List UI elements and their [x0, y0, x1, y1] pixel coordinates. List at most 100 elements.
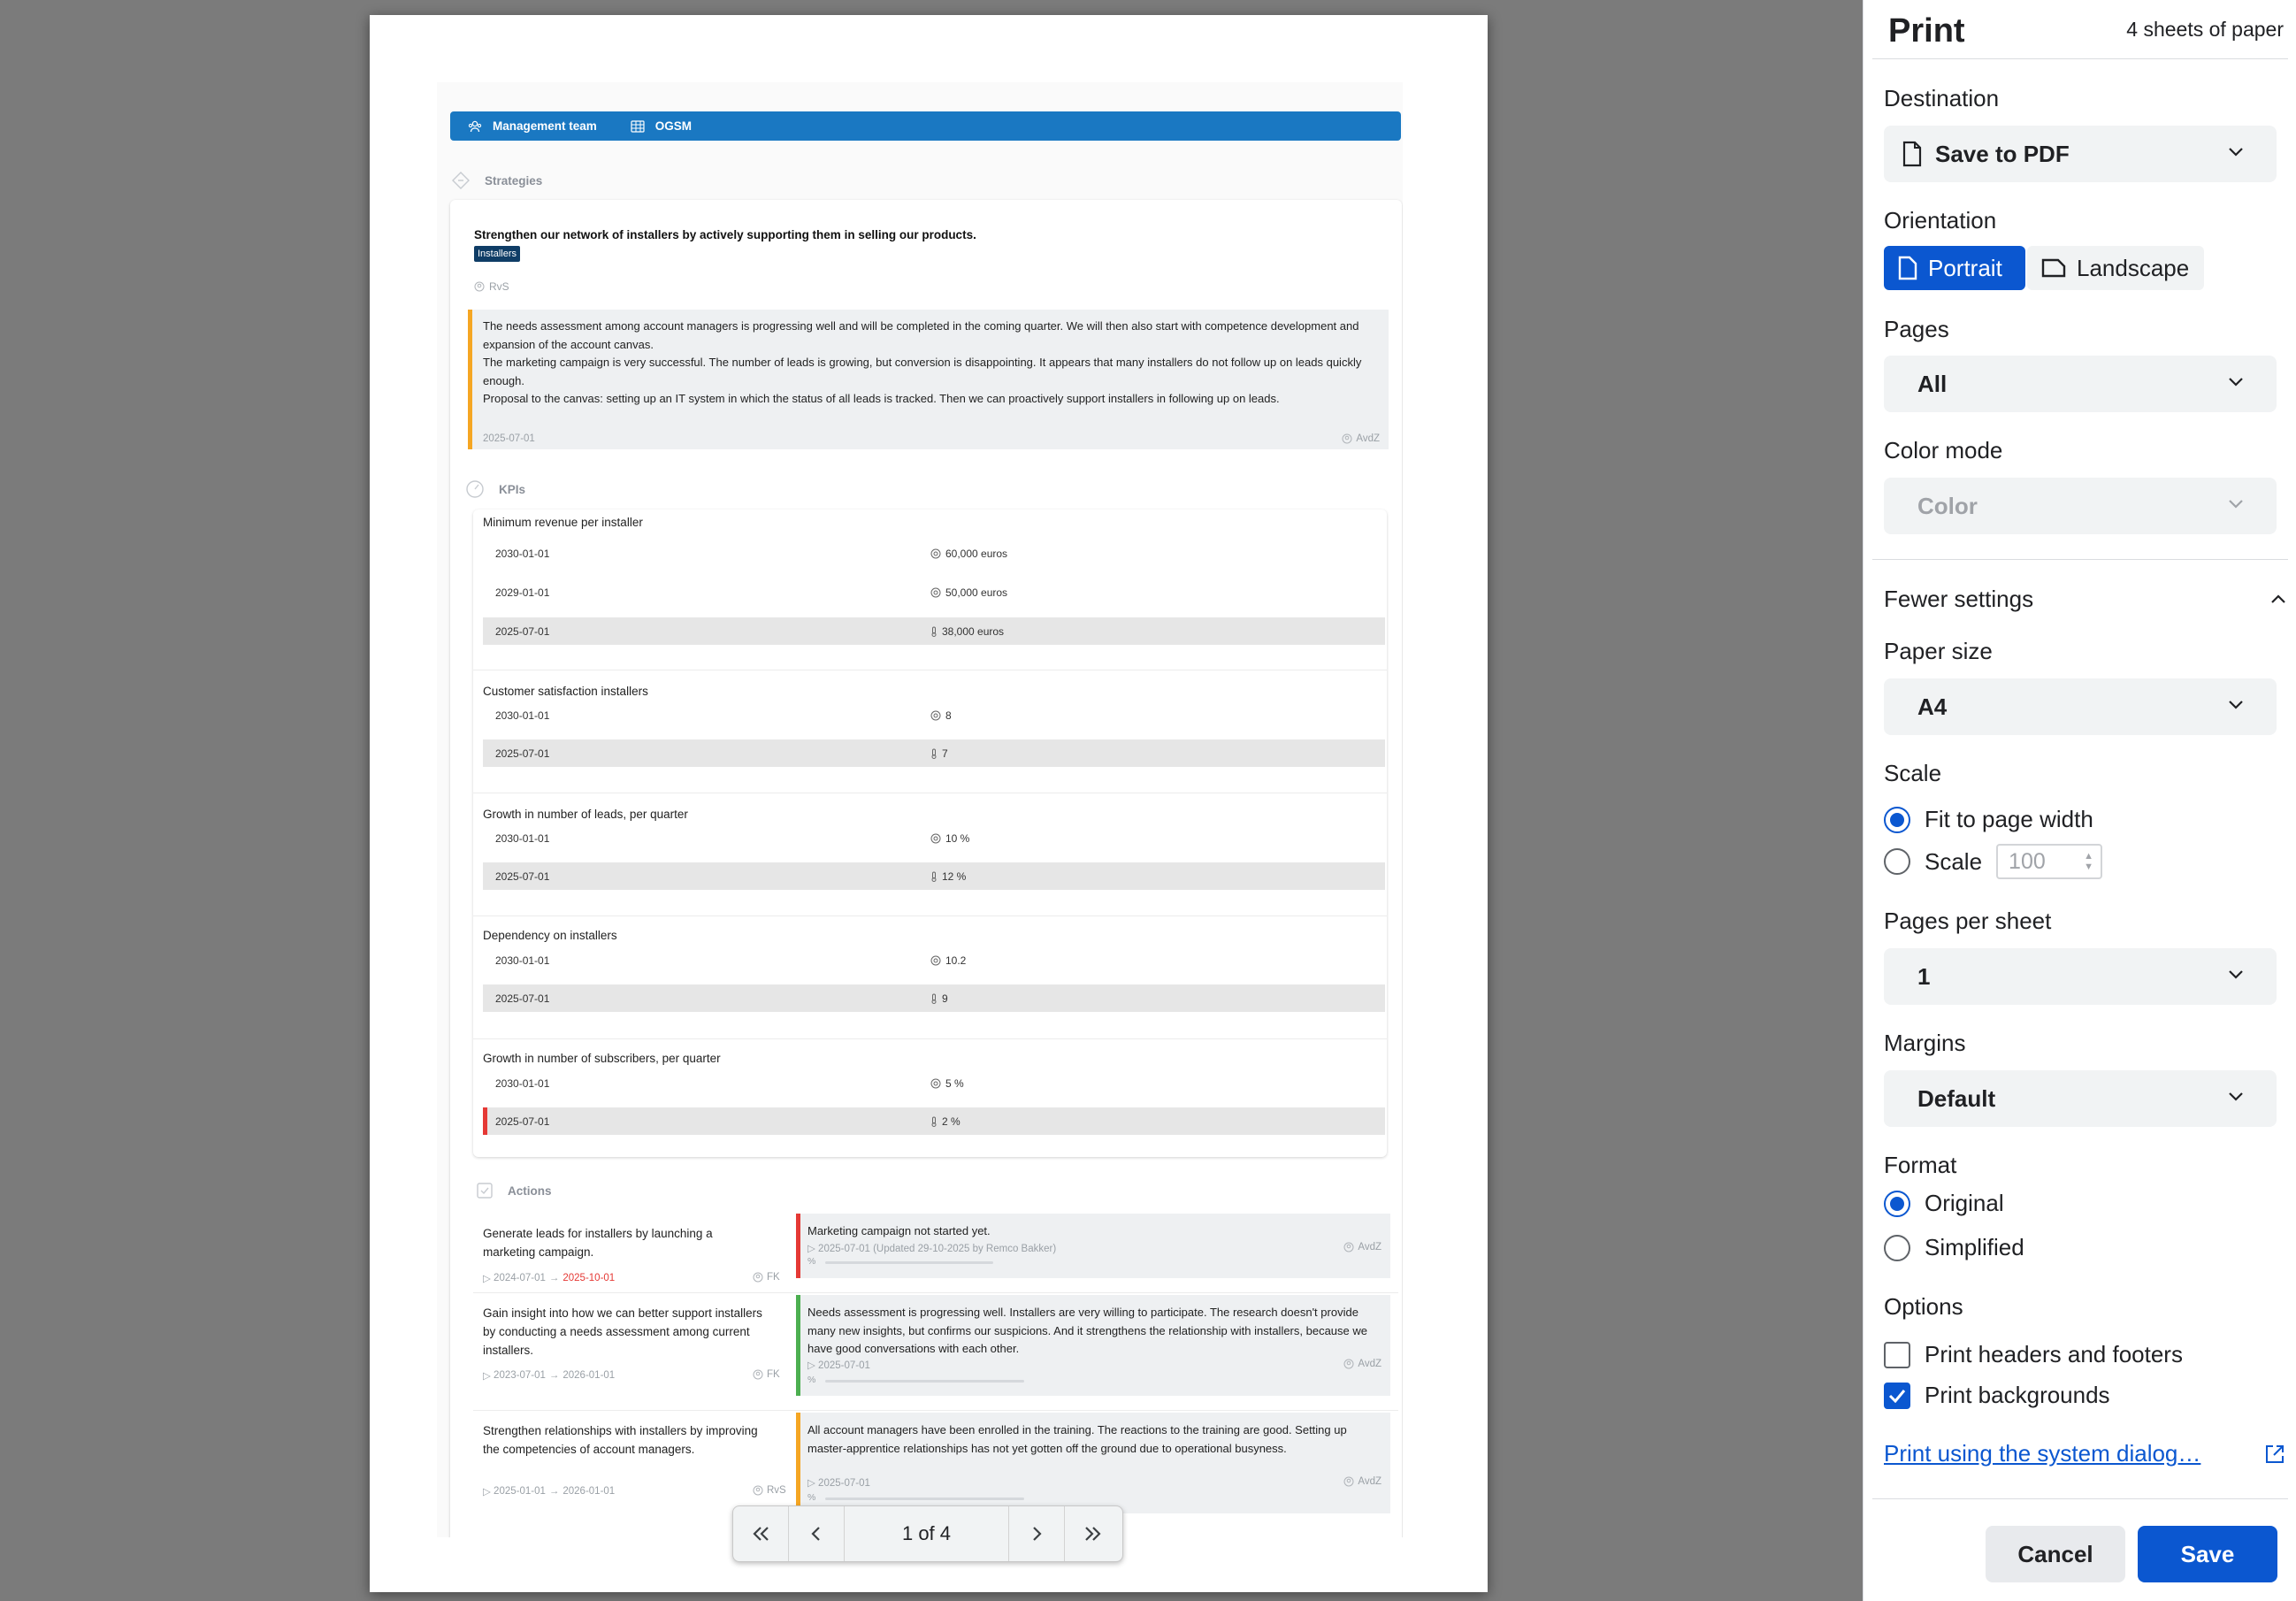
actions-heading-label: Actions	[508, 1184, 552, 1198]
note-line: The needs assessment among account manag…	[483, 319, 1359, 351]
action-dates: ▷ 2023-07-01 → 2026-01-01	[483, 1369, 615, 1382]
format-simplified-option[interactable]: Simplified	[1884, 1234, 2024, 1261]
custom-scale-option[interactable]: Scale 100 ▲ ▼	[1884, 844, 2103, 879]
color-mode-label: Color mode	[1884, 437, 2003, 463]
status-date-label: 2025-07-01	[818, 1478, 870, 1489]
backgrounds-label: Print backgrounds	[1925, 1382, 2110, 1408]
divider	[1872, 58, 2288, 59]
color-mode-select[interactable]: Color	[1884, 478, 2277, 534]
kpi-value: 60,000 euros	[930, 548, 1007, 560]
format-original-option[interactable]: Original	[1884, 1190, 2004, 1217]
kpi-current-row: 2025-07-01 38,000 euros	[483, 617, 1385, 645]
kpi-date: 2025-07-01	[495, 747, 550, 760]
strategy-owner: RvS	[474, 280, 509, 293]
options-label: Options	[1884, 1293, 1963, 1320]
breadcrumb-view: OGSM	[631, 119, 692, 133]
kpi-value-label: 9	[942, 992, 948, 1005]
kpi-value-label: 10.2	[945, 954, 967, 967]
system-dialog-link[interactable]: Print using the system dialog…	[1884, 1440, 2200, 1467]
divider	[1872, 1498, 2288, 1499]
breadcrumb-team-label: Management team	[493, 119, 597, 133]
breadcrumb-bar: Management team OGSM	[450, 111, 1401, 141]
fit-to-width-option[interactable]: Fit to page width	[1884, 806, 2093, 833]
backgrounds-option[interactable]: Print backgrounds	[1884, 1382, 2110, 1409]
chevron-down-icon	[2229, 500, 2243, 509]
paper-size-label: Paper size	[1884, 638, 1993, 664]
pages-select[interactable]: All	[1884, 356, 2277, 412]
kpi-target-row: 2030-01-01 10 %	[483, 824, 1385, 852]
page-indicator: 1 of 4	[845, 1506, 1009, 1561]
kpi-value: 38,000 euros	[930, 625, 1004, 638]
landscape-page-icon	[2041, 258, 2066, 278]
actions-heading: Actions	[476, 1182, 552, 1199]
action-title: Gain insight into how we can better supp…	[483, 1306, 762, 1357]
divider	[1872, 559, 2288, 560]
status-owner: AvdZ	[1343, 1242, 1381, 1252]
kpi-target-row: 2030-01-01 5 %	[483, 1069, 1385, 1097]
page-navigator: 1 of 4	[732, 1505, 1123, 1562]
strategy-note-text: The needs assessment among account manag…	[483, 318, 1378, 409]
headers-footers-checkbox[interactable]	[1884, 1341, 1910, 1368]
custom-scale-radio[interactable]	[1884, 848, 1910, 875]
paper-size-value: A4	[1917, 693, 1948, 720]
status-text: All account managers have been enrolled …	[807, 1423, 1347, 1455]
pages-value: All	[1917, 370, 1948, 397]
kpi-item: Minimum revenue per installer 2030-01-01…	[473, 509, 1387, 670]
breadcrumb-team: Management team	[468, 119, 597, 134]
headers-footers-option[interactable]: Print headers and footers	[1884, 1341, 2183, 1368]
action-status: All account managers have been enrolled …	[796, 1413, 1390, 1513]
kpi-target-row: 2030-01-01 60,000 euros	[483, 540, 1385, 567]
kpi-item: Growth in number of leads, per quarter 2…	[473, 793, 1387, 916]
strategy-owner-label: RvS	[489, 280, 509, 293]
action-item: Gain insight into how we can better supp…	[473, 1293, 1398, 1411]
save-button[interactable]: Save	[2138, 1526, 2277, 1582]
format-simplified-radio[interactable]	[1884, 1234, 1910, 1261]
margins-value: Default	[1917, 1084, 1996, 1112]
kpi-value: 50,000 euros	[930, 586, 1007, 599]
pages-per-sheet-select[interactable]: 1	[1884, 948, 2277, 1005]
margins-label: Margins	[1884, 1030, 1966, 1056]
destination-select[interactable]: Save to PDF	[1884, 126, 2277, 182]
portrait-button[interactable]: Portrait	[1884, 246, 2025, 290]
kpi-value: 10.2	[930, 954, 966, 967]
page-content: Management team OGSM Strategies Strength…	[437, 82, 1403, 1537]
play-icon: ▷	[483, 1487, 494, 1498]
pages-per-sheet-value: 1	[1917, 962, 1931, 990]
strategies-heading: Strategies	[451, 171, 542, 190]
kpi-date: 2030-01-01	[495, 832, 550, 845]
last-page-button[interactable]	[1065, 1506, 1121, 1561]
format-original-radio[interactable]	[1884, 1190, 1910, 1217]
next-page-button[interactable]	[1009, 1506, 1065, 1561]
portrait-label: Portrait	[1928, 254, 2002, 281]
margins-select[interactable]: Default	[1884, 1070, 2277, 1127]
fewer-settings-toggle[interactable]: Fewer settings	[1884, 586, 2285, 613]
status-date: ▷ 2025-07-01 (Updated 29-10-2025 by Remc…	[807, 1242, 1056, 1254]
print-preview-area: Management team OGSM Strategies Strength…	[0, 0, 1863, 1601]
landscape-button[interactable]: Landscape	[2027, 246, 2204, 290]
previous-page-button[interactable]	[789, 1506, 845, 1561]
double-chevron-right-icon	[1084, 1527, 1101, 1541]
external-link-icon[interactable]	[2264, 1444, 2285, 1465]
kpis-heading-label: KPIs	[499, 482, 526, 496]
action-owner-label: FK	[767, 1369, 780, 1380]
pages-label: Pages	[1884, 316, 1949, 342]
fit-to-width-radio[interactable]	[1884, 806, 1910, 833]
stepper-arrows-icon[interactable]: ▲ ▼	[2084, 851, 2093, 872]
thermometer-icon	[931, 871, 937, 882]
status-text: Marketing campaign not started yet.	[807, 1224, 991, 1237]
cancel-button[interactable]: Cancel	[1986, 1526, 2125, 1582]
progress-bar	[825, 1261, 993, 1264]
action-dates: ▷ 2025-01-01 → 2026-01-01	[483, 1485, 615, 1498]
kpi-value: 5 %	[930, 1077, 964, 1090]
first-page-button[interactable]	[733, 1506, 789, 1561]
kpi-date: 2030-01-01	[495, 709, 550, 722]
kpi-value: 12 %	[930, 870, 966, 883]
backgrounds-checkbox[interactable]	[1884, 1382, 1910, 1409]
kpi-value: 9	[930, 992, 948, 1005]
action-start-date: 2025-01-01	[494, 1486, 546, 1497]
status-date-label: 2025-07-01	[818, 1360, 870, 1371]
kpi-title: Growth in number of subscribers, per qua…	[483, 1052, 721, 1065]
paper-size-select[interactable]: A4	[1884, 678, 2277, 735]
scale-input[interactable]: 100 ▲ ▼	[1996, 844, 2103, 879]
strategies-heading-label: Strategies	[485, 173, 543, 188]
